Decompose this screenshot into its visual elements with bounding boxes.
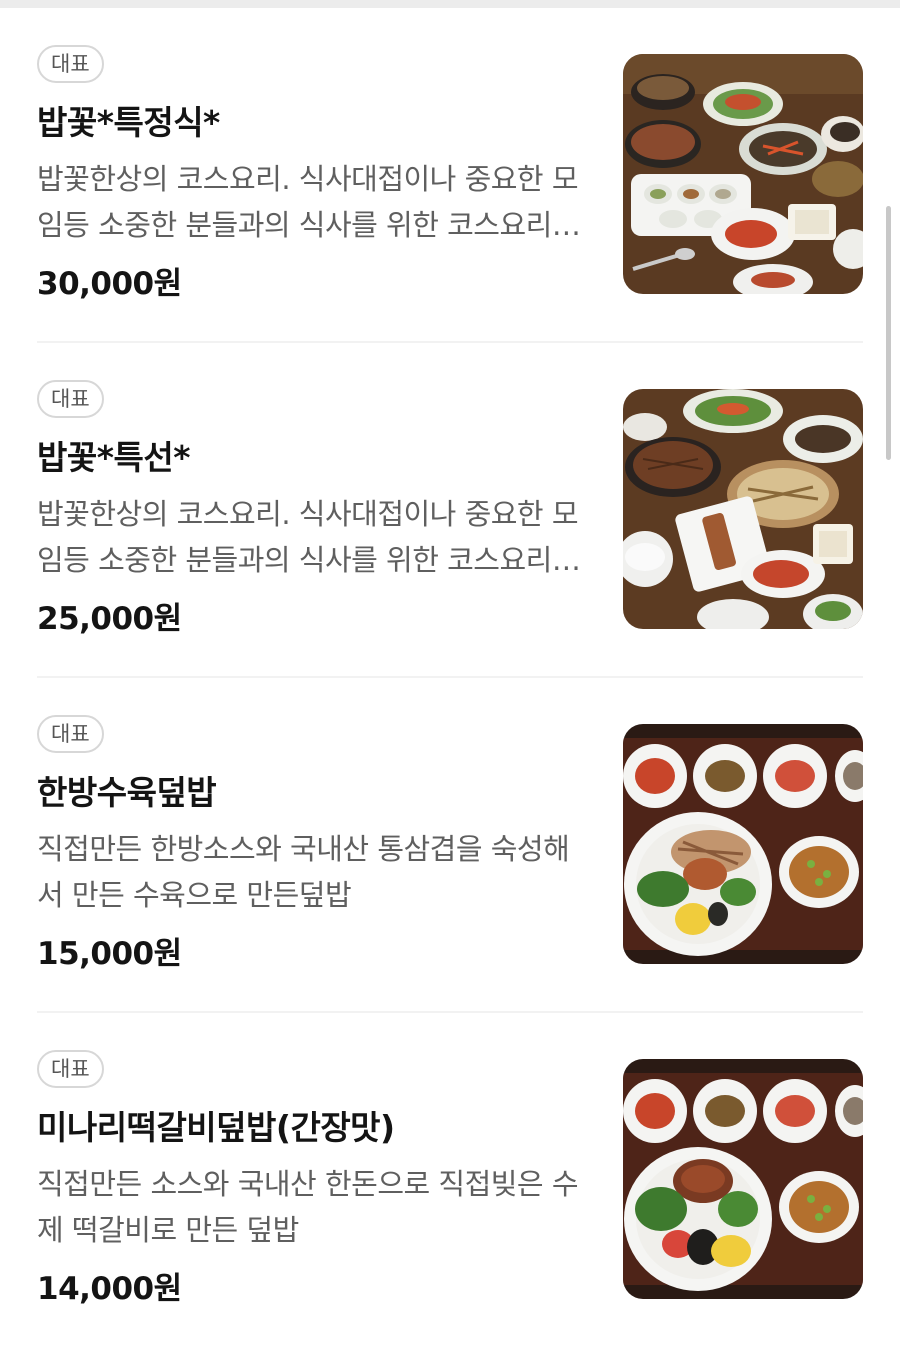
signature-badge: 대표: [37, 45, 104, 83]
menu-item-name: 밥꽃*특선*: [37, 438, 190, 477]
menu-item[interactable]: 대표 밥꽃*특선* 밥꽃한상의 코스요리. 식사대접이나 중요한 모임등 소중한…: [0, 343, 900, 678]
menu-item-price: 14,000원: [37, 1271, 182, 1307]
menu-list: 대표 밥꽃*특정식* 밥꽃한상의 코스요리. 식사대접이나 중요한 모임등 소중…: [0, 8, 900, 1348]
menu-item-name: 미나리떡갈비덮밥(간장맛): [37, 1108, 395, 1147]
signature-badge: 대표: [37, 380, 104, 418]
menu-item-photo[interactable]: [623, 1059, 863, 1299]
pork-rice-bowl-photo: [623, 724, 863, 964]
menu-item-description: 밥꽃한상의 코스요리. 식사대접이나 중요한 모임등 소중한 분들과의 식사를 …: [37, 497, 579, 577]
top-edge-bar: [0, 0, 900, 8]
menu-item-name: 밥꽃*특정식*: [37, 103, 220, 142]
menu-item-description: 직접만든 한방소스와 국내산 통삼겹을 숙성해서 만든 수육으로 만든덮밥: [37, 832, 570, 912]
menu-item-description: 직접만든 소스와 국내산 한돈으로 직접빚은 수제 떡갈비로 만든 덮밥: [37, 1167, 579, 1247]
menu-item[interactable]: 대표 한방수육덮밥 직접만든 한방소스와 국내산 통삼겹을 숙성해서 만든 수육…: [0, 678, 900, 1013]
menu-item-name: 한방수육덮밥: [37, 773, 217, 812]
menu-item-price: 30,000원: [37, 266, 182, 302]
menu-item-price: 25,000원: [37, 601, 182, 637]
menu-item-photo[interactable]: [623, 724, 863, 964]
menu-item-photo[interactable]: [623, 389, 863, 629]
menu-item[interactable]: 대표 미나리떡갈비덮밥(간장맛) 직접만든 소스와 국내산 한돈으로 직접빚은 …: [0, 1013, 900, 1348]
signature-badge: 대표: [37, 715, 104, 753]
menu-item-price: 15,000원: [37, 936, 182, 972]
tteokgalbi-rice-bowl-photo: [623, 1059, 863, 1299]
menu-item-description: 밥꽃한상의 코스요리. 식사대접이나 중요한 모임등 소중한 분들과의 식사를 …: [37, 162, 579, 242]
korean-course-spread-photo: [623, 389, 863, 629]
menu-item[interactable]: 대표 밥꽃*특정식* 밥꽃한상의 코스요리. 식사대접이나 중요한 모임등 소중…: [0, 8, 900, 343]
vertical-scrollbar[interactable]: [886, 206, 891, 460]
korean-table-spread-photo: [623, 54, 863, 294]
menu-item-photo[interactable]: [623, 54, 863, 294]
signature-badge: 대표: [37, 1050, 104, 1088]
